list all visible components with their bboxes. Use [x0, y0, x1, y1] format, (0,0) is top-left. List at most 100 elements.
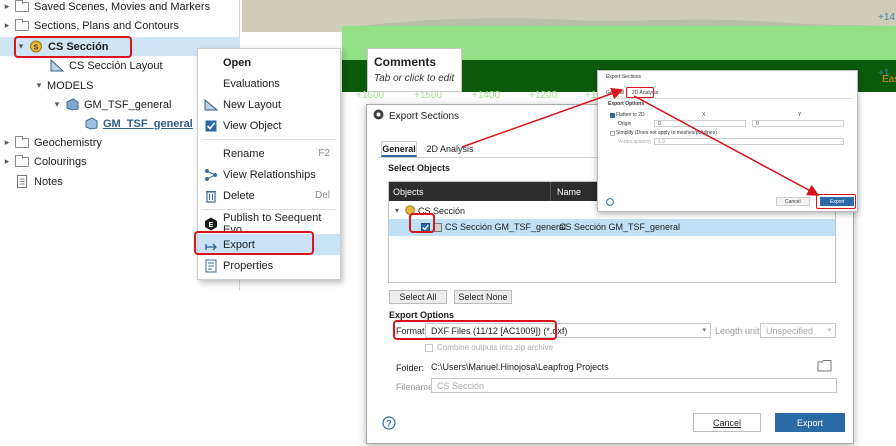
dialog-title: Export Sections [389, 110, 460, 122]
menu-item-view-object[interactable]: View Object [198, 115, 340, 136]
inset-cancel-button[interactable]: Cancel [776, 197, 810, 206]
select-all-button[interactable]: Select All [389, 290, 447, 304]
tab-2d-analysis[interactable]: 2D Analysis [425, 141, 475, 157]
inset-origin-label: Origin [618, 121, 632, 127]
menu-item-open[interactable]: Open [198, 52, 340, 73]
select-none-button[interactable]: Select None [454, 290, 512, 304]
chevron-right-icon[interactable]: ▸ [2, 156, 12, 167]
inset-flatten-label[interactable]: Flatten to 2D [616, 112, 645, 118]
inset-tab-underline [604, 98, 852, 99]
axis-label: +1 [585, 90, 597, 101]
chevron-down-icon[interactable]: ▾ [34, 80, 44, 91]
chevron-right-icon[interactable]: ▸ [2, 1, 12, 12]
row-object-name: CS Sección GM_TSF_general [445, 222, 567, 232]
tree-item-notes[interactable]: Notes [15, 172, 63, 191]
length-unit-select[interactable]: Unspecified ▾ [760, 323, 836, 338]
export-button[interactable]: Export [775, 413, 845, 432]
chevron-right-icon[interactable]: ▸ [2, 20, 12, 31]
svg-text:?: ? [386, 419, 392, 429]
menu-item-rename[interactable]: Rename F2 [198, 143, 340, 164]
menu-item-new-layout[interactable]: New Layout [198, 94, 340, 115]
highlight-box-2d-tab [626, 87, 654, 98]
comments-tooltip[interactable]: Comments Tab or click to edit [367, 48, 462, 92]
filename-label: Filename: [396, 382, 436, 392]
export-options-label: Export Options [389, 310, 454, 320]
layout-icon [50, 59, 64, 72]
folder-icon [15, 18, 29, 31]
layout-icon [203, 97, 219, 113]
table-row[interactable]: CS Sección GM_TSF_general CS Sección GM_… [389, 219, 835, 236]
export-sections-inset: Export Sections General 2D Analysis Expo… [597, 70, 858, 212]
tree-item-saved-scenes[interactable]: ▸ Saved Scenes, Movies and Markers [2, 0, 210, 16]
chevron-down-icon: ▾ [702, 327, 706, 334]
tab-general[interactable]: General [381, 141, 417, 157]
folder-label: Folder: [396, 363, 425, 373]
folder-icon [15, 0, 29, 12]
checkbox-checked-icon [203, 118, 219, 134]
tree-item-colourings[interactable]: ▸ Colourings [2, 152, 87, 171]
combine-checkbox[interactable] [425, 343, 433, 352]
select-objects-label: Select Objects [388, 163, 451, 173]
folder-icon[interactable] [817, 359, 832, 375]
highlight-box-export [194, 231, 314, 255]
row-name: CS Sección GM_TSF_general [559, 222, 681, 232]
menu-item-view-relationships[interactable]: View Relationships [198, 164, 340, 185]
menu-item-properties[interactable]: Properties [198, 255, 340, 276]
chevron-down-icon[interactable]: ▾ [52, 99, 62, 110]
inset-vertex-spacing-label: Vertex spacing [618, 139, 651, 145]
chevron-down-icon: ▾ [827, 327, 831, 334]
tree-item-geochemistry[interactable]: ▸ Geochemistry [2, 133, 102, 152]
highlight-box-format [393, 320, 557, 340]
help-icon[interactable]: ? [382, 416, 396, 433]
inset-title: Export Sections [606, 74, 642, 80]
model-icon [84, 117, 98, 130]
chevron-down-icon[interactable]: ▾ [395, 206, 399, 215]
menu-item-evaluations[interactable]: Evaluations [198, 73, 340, 94]
menu-separator [202, 209, 336, 210]
combine-zip-option[interactable]: Combine outputs into zip archive [425, 343, 553, 352]
tree-item-models[interactable]: ▾ MODELS [34, 76, 94, 95]
inset-origin-y[interactable]: 0 [752, 120, 844, 127]
axis-label-east: Eas [882, 74, 896, 85]
tree-item-cs-layout[interactable]: CS Sección Layout [50, 56, 163, 75]
comments-title: Comments [374, 55, 437, 69]
app-icon [373, 109, 384, 123]
tree-item-label: MODELS [47, 79, 94, 92]
highlight-box-inset-export [816, 194, 856, 209]
inset-simplify-label[interactable]: Simplify (Does not apply to meshes/polyl… [616, 130, 717, 136]
tree-item-label: GM_TSF_general [103, 117, 193, 130]
properties-icon [203, 258, 219, 274]
help-icon[interactable] [606, 197, 614, 209]
column-header-objects[interactable]: Objects [389, 182, 551, 201]
inset-vertex-spacing-input[interactable]: 1.0 [654, 138, 844, 145]
filename-input[interactable]: CS Sección [431, 378, 837, 393]
folder-path: C:\Users\Manuel.Hinojosa\Leapfrog Projec… [431, 362, 609, 372]
inset-col-y: Y [798, 112, 802, 118]
comments-subtitle: Tab or click to edit [374, 73, 455, 84]
chevron-right-icon[interactable]: ▸ [2, 137, 12, 148]
row-object-icon [434, 223, 442, 232]
relationships-icon [203, 167, 219, 183]
cancel-button[interactable]: Cancel [693, 413, 761, 432]
model-icon [65, 98, 79, 111]
tree-item-label: Colourings [34, 155, 87, 168]
inset-tab-general[interactable]: General [606, 90, 624, 96]
inset-simplify-checkbox[interactable] [610, 131, 615, 136]
inset-origin-x[interactable]: 0 [654, 120, 746, 127]
evo-icon: E [203, 216, 219, 232]
length-unit-label: Length unit: [715, 326, 763, 336]
tree-item-sections[interactable]: ▸ Sections, Plans and Contours [2, 16, 179, 35]
tree-item-label: GM_TSF_general [84, 98, 172, 111]
tree-item-label: Notes [34, 175, 63, 188]
inset-export-options: Export Options [608, 101, 645, 107]
menu-item-delete[interactable]: Delete Del [198, 185, 340, 206]
tree-item-gm-model[interactable]: ▾ GM_TSF_general [52, 95, 171, 114]
trash-icon [203, 188, 219, 204]
tree-item-gm-submodel[interactable]: GM_TSF_general [84, 114, 193, 133]
inset-col-x: X [702, 112, 706, 118]
inset-flatten-checkbox[interactable] [610, 113, 615, 118]
tree-item-label: Geochemistry [34, 136, 102, 149]
menu-separator [202, 139, 336, 140]
tree-item-label: Saved Scenes, Movies and Markers [34, 0, 211, 13]
folder-icon [15, 154, 29, 167]
